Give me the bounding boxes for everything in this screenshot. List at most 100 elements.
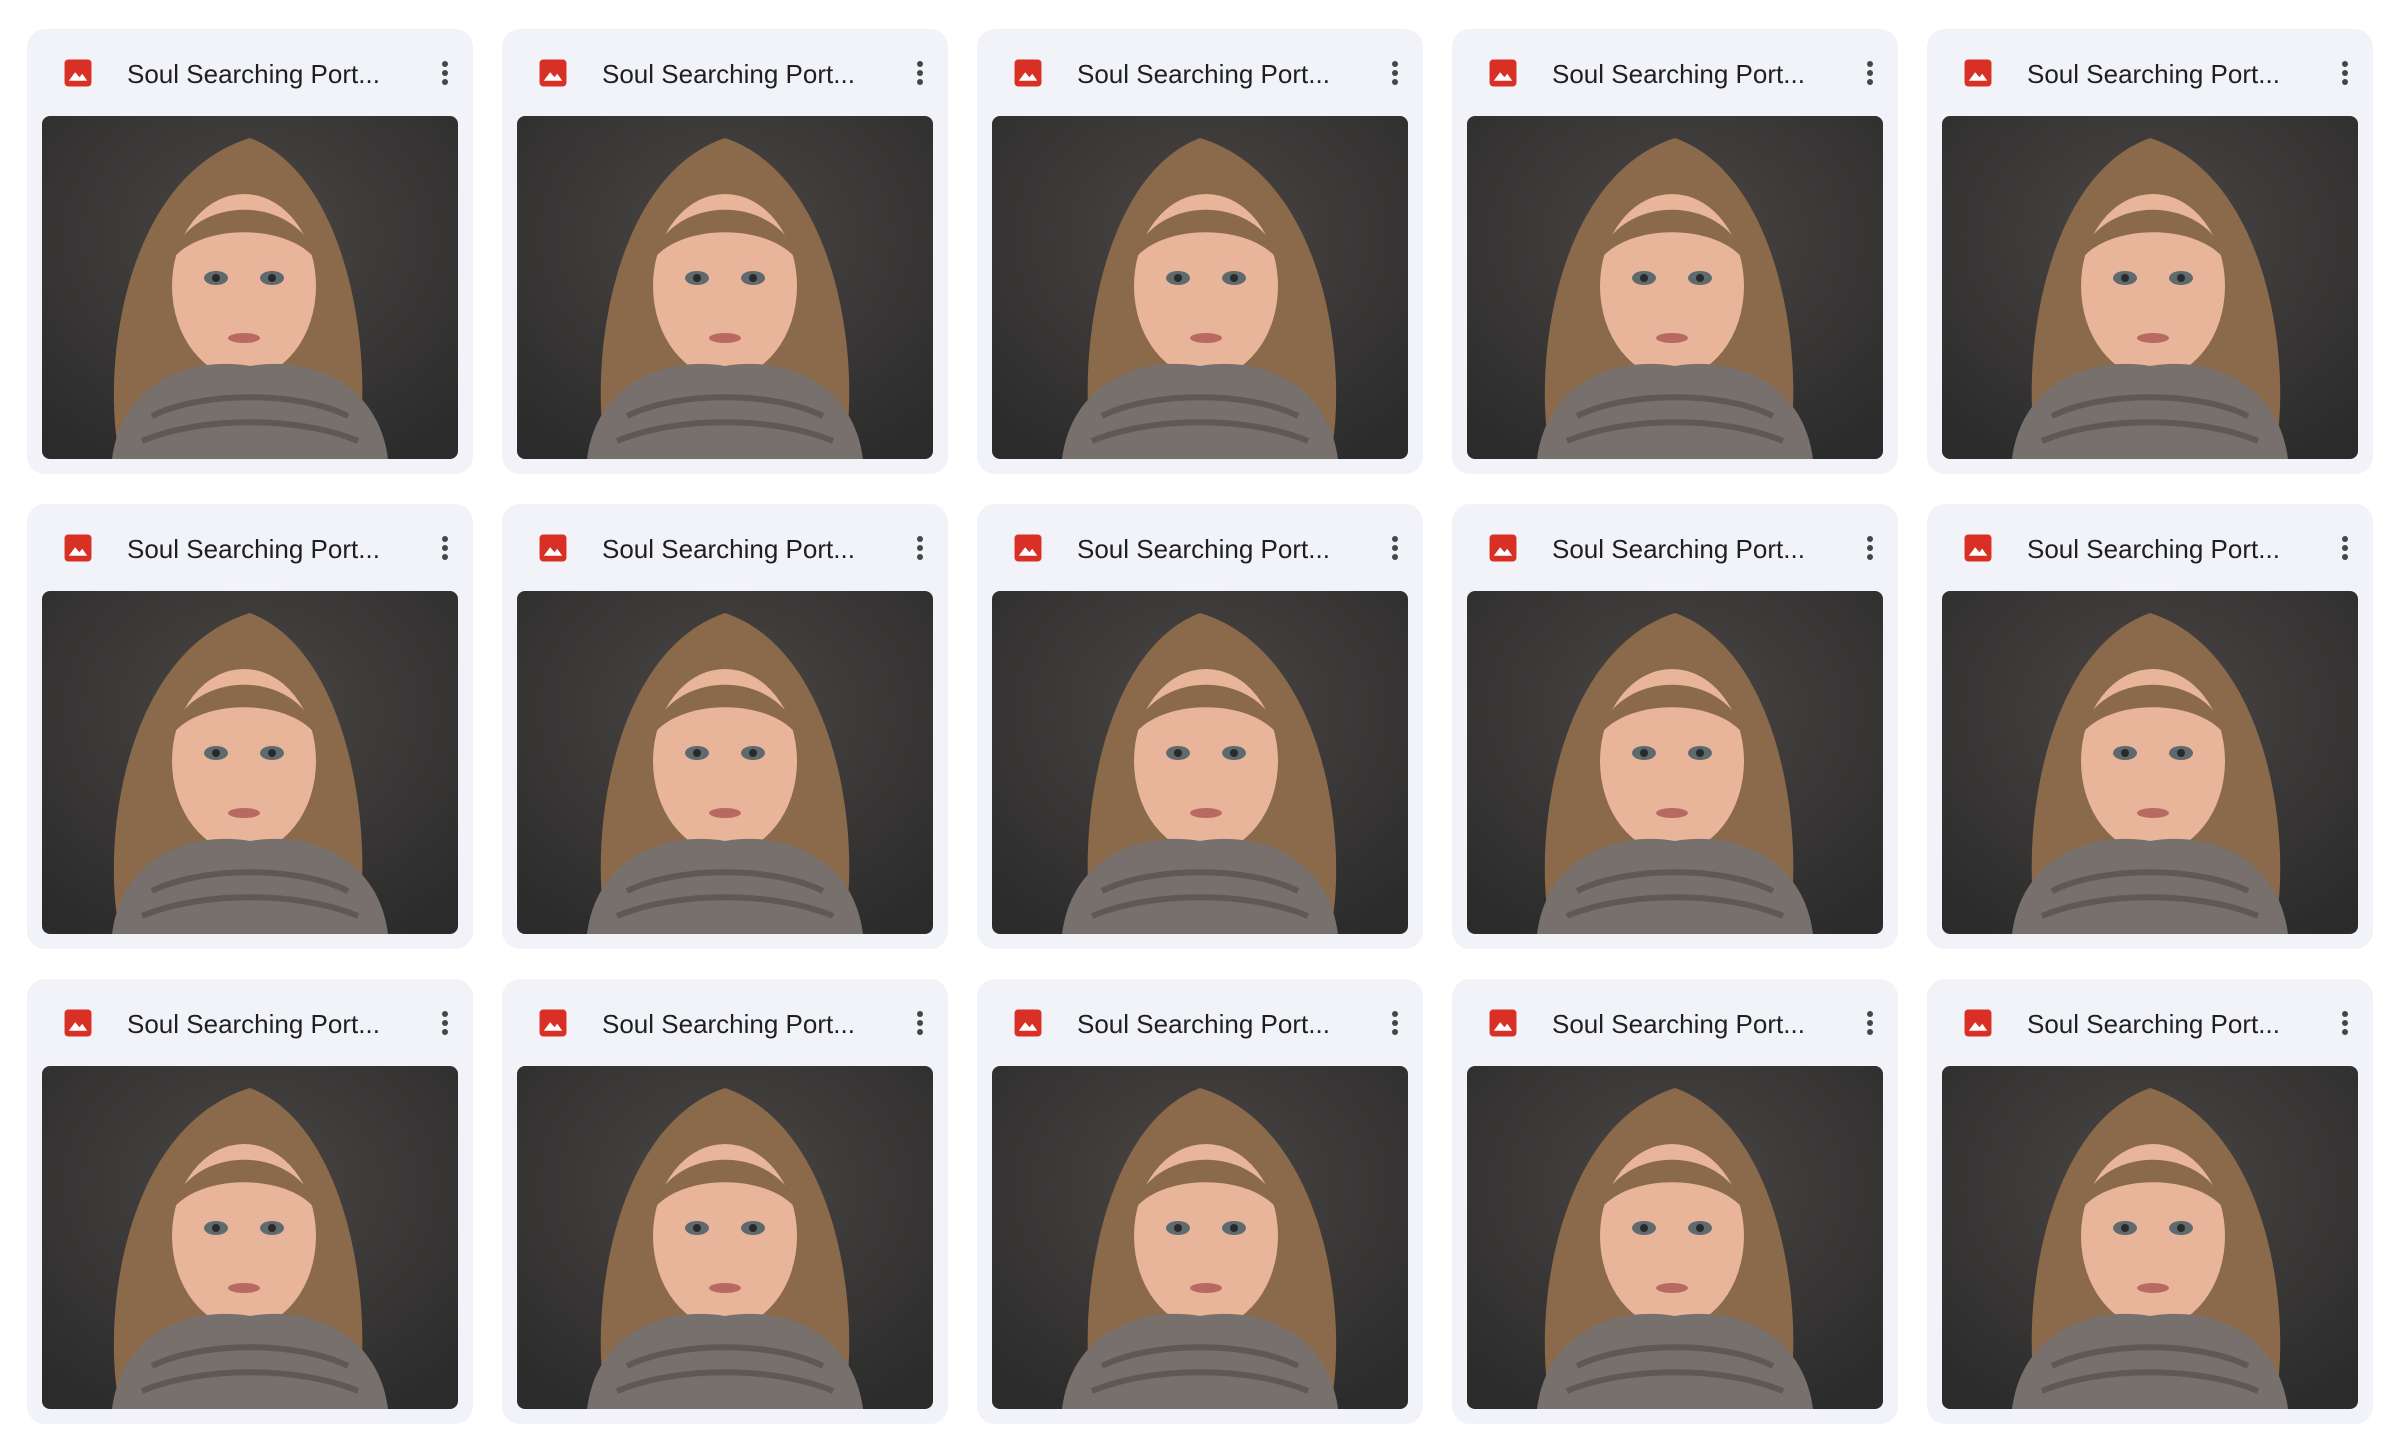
image-file-icon [1011, 56, 1045, 90]
portrait-thumbnail[interactable] [517, 1066, 933, 1409]
file-card-header[interactable]: Soul Searching Port... [502, 979, 948, 1066]
more-vert-icon [2323, 526, 2367, 570]
file-card[interactable]: Soul Searching Port... [1452, 29, 1898, 474]
more-options-button[interactable] [1373, 526, 1417, 570]
file-card[interactable]: Soul Searching Port... [27, 979, 473, 1424]
portrait-thumbnail[interactable] [1942, 1066, 2358, 1409]
file-name: Soul Searching Port... [602, 59, 855, 89]
file-card[interactable]: Soul Searching Port... [977, 29, 1423, 474]
file-card[interactable]: Soul Searching Port... [502, 29, 948, 474]
portrait-thumbnail[interactable] [517, 591, 933, 934]
more-vert-icon [423, 51, 467, 95]
portrait-thumbnail[interactable] [42, 116, 458, 459]
file-grid: Soul Searching Port... Soul Searching Po… [0, 0, 2386, 1434]
more-options-button[interactable] [423, 526, 467, 570]
file-card-header[interactable]: Soul Searching Port... [1927, 29, 2373, 116]
file-name: Soul Searching Port... [127, 534, 380, 564]
image-file-icon [61, 531, 95, 565]
portrait-thumbnail[interactable] [1467, 116, 1883, 459]
more-options-button[interactable] [423, 1001, 467, 1045]
file-name: Soul Searching Port... [127, 1009, 380, 1039]
portrait-thumbnail[interactable] [517, 116, 933, 459]
file-name: Soul Searching Port... [1552, 59, 1805, 89]
image-file-icon [1011, 1006, 1045, 1040]
more-options-button[interactable] [898, 526, 942, 570]
more-vert-icon [423, 1001, 467, 1045]
more-options-button[interactable] [1848, 526, 1892, 570]
file-card-header[interactable]: Soul Searching Port... [977, 29, 1423, 116]
image-file-icon [61, 56, 95, 90]
file-card[interactable]: Soul Searching Port... [1452, 979, 1898, 1424]
image-file-icon [1961, 56, 1995, 90]
more-options-button[interactable] [1848, 1001, 1892, 1045]
more-vert-icon [898, 1001, 942, 1045]
file-name: Soul Searching Port... [1077, 534, 1330, 564]
more-options-button[interactable] [2323, 51, 2367, 95]
file-card[interactable]: Soul Searching Port... [27, 504, 473, 949]
file-card[interactable]: Soul Searching Port... [502, 504, 948, 949]
file-name: Soul Searching Port... [1552, 534, 1805, 564]
image-file-icon [1486, 531, 1520, 565]
file-card[interactable]: Soul Searching Port... [1927, 979, 2373, 1424]
image-file-icon [1961, 531, 1995, 565]
more-options-button[interactable] [898, 1001, 942, 1045]
more-vert-icon [898, 526, 942, 570]
more-options-button[interactable] [898, 51, 942, 95]
file-card-header[interactable]: Soul Searching Port... [1452, 979, 1898, 1066]
file-name: Soul Searching Port... [2027, 59, 2280, 89]
portrait-thumbnail[interactable] [992, 591, 1408, 934]
image-file-icon [1011, 531, 1045, 565]
more-vert-icon [2323, 51, 2367, 95]
more-vert-icon [1373, 51, 1417, 95]
portrait-thumbnail[interactable] [1942, 591, 2358, 934]
portrait-thumbnail[interactable] [1942, 116, 2358, 459]
more-options-button[interactable] [1373, 51, 1417, 95]
file-name: Soul Searching Port... [602, 534, 855, 564]
more-vert-icon [2323, 1001, 2367, 1045]
more-options-button[interactable] [1373, 1001, 1417, 1045]
more-options-button[interactable] [1848, 51, 1892, 95]
file-card-header[interactable]: Soul Searching Port... [502, 504, 948, 591]
more-vert-icon [423, 526, 467, 570]
file-name: Soul Searching Port... [127, 59, 380, 89]
file-name: Soul Searching Port... [1077, 59, 1330, 89]
portrait-thumbnail[interactable] [1467, 1066, 1883, 1409]
file-card-header[interactable]: Soul Searching Port... [1927, 504, 2373, 591]
more-options-button[interactable] [2323, 1001, 2367, 1045]
file-card[interactable]: Soul Searching Port... [27, 29, 473, 474]
portrait-thumbnail[interactable] [992, 116, 1408, 459]
portrait-thumbnail[interactable] [42, 1066, 458, 1409]
file-card-header[interactable]: Soul Searching Port... [977, 979, 1423, 1066]
portrait-thumbnail[interactable] [1467, 591, 1883, 934]
file-card-header[interactable]: Soul Searching Port... [1452, 504, 1898, 591]
more-vert-icon [1373, 1001, 1417, 1045]
more-vert-icon [1373, 526, 1417, 570]
portrait-thumbnail[interactable] [42, 591, 458, 934]
file-card[interactable]: Soul Searching Port... [1452, 504, 1898, 949]
more-vert-icon [1848, 1001, 1892, 1045]
more-options-button[interactable] [2323, 526, 2367, 570]
file-card[interactable]: Soul Searching Port... [502, 979, 948, 1424]
image-file-icon [536, 1006, 570, 1040]
image-file-icon [1961, 1006, 1995, 1040]
file-card[interactable]: Soul Searching Port... [977, 979, 1423, 1424]
more-vert-icon [1848, 51, 1892, 95]
file-name: Soul Searching Port... [2027, 534, 2280, 564]
file-card[interactable]: Soul Searching Port... [977, 504, 1423, 949]
file-name: Soul Searching Port... [2027, 1009, 2280, 1039]
file-card-header[interactable]: Soul Searching Port... [1452, 29, 1898, 116]
more-vert-icon [1848, 526, 1892, 570]
file-card-header[interactable]: Soul Searching Port... [977, 504, 1423, 591]
file-name: Soul Searching Port... [602, 1009, 855, 1039]
file-card[interactable]: Soul Searching Port... [1927, 29, 2373, 474]
file-card-header[interactable]: Soul Searching Port... [27, 29, 473, 116]
file-card-header[interactable]: Soul Searching Port... [1927, 979, 2373, 1066]
more-options-button[interactable] [423, 51, 467, 95]
portrait-thumbnail[interactable] [992, 1066, 1408, 1409]
image-file-icon [1486, 56, 1520, 90]
file-card-header[interactable]: Soul Searching Port... [27, 979, 473, 1066]
image-file-icon [536, 56, 570, 90]
file-card-header[interactable]: Soul Searching Port... [502, 29, 948, 116]
file-card-header[interactable]: Soul Searching Port... [27, 504, 473, 591]
file-card[interactable]: Soul Searching Port... [1927, 504, 2373, 949]
